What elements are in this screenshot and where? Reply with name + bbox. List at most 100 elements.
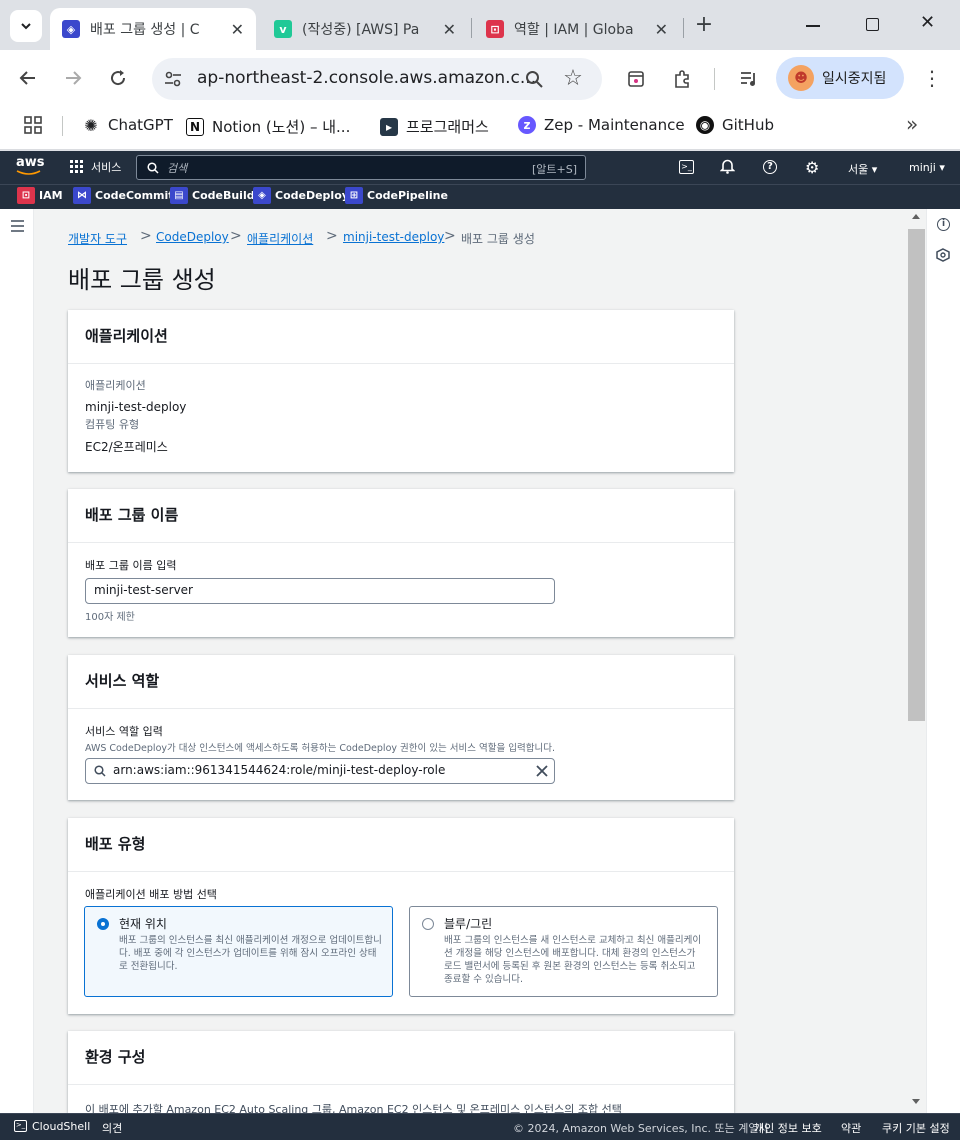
application-label: 애플리케이션 (85, 379, 146, 392)
card-heading: 서비스 역할 (68, 655, 734, 709)
services-grid-icon (70, 160, 83, 173)
forward-arrow-icon[interactable] (57, 62, 89, 94)
favorite-codedeploy[interactable]: ◈ CodeDeploy (253, 187, 349, 204)
tab-create-deployment-group[interactable]: ◈ 배포 그룹 생성 | C ✕ (50, 8, 256, 50)
terms-link[interactable]: 약관 (841, 1120, 861, 1136)
option-description: 배포 그룹의 인스턴스를 새 인스턴스로 교체하고 최신 애플리케이션 개정을 … (444, 935, 702, 985)
favorite-label: CodeBuild (192, 189, 255, 202)
search-icon (147, 162, 159, 174)
window-close-icon[interactable]: ✕ (920, 12, 935, 33)
feedback-link[interactable]: 의견 (102, 1120, 122, 1136)
tab-search-button[interactable] (10, 10, 42, 42)
search-placeholder: 검색 (167, 162, 188, 175)
blue-green-radio[interactable] (422, 918, 434, 930)
clear-icon[interactable] (536, 765, 548, 777)
notion-icon: N (186, 117, 204, 136)
page-title: 배포 그룹 생성 (68, 266, 216, 294)
extensions-puzzle-icon[interactable] (666, 63, 698, 95)
breadcrumb-codedeploy[interactable]: CodeDeploy (156, 230, 229, 244)
scrollbar-thumb[interactable] (908, 229, 925, 721)
hamburger-menu-icon[interactable] (11, 220, 24, 236)
codepipeline-icon: ⊞ (345, 187, 363, 204)
close-tab-icon[interactable]: ✕ (443, 20, 456, 39)
in-place-option[interactable]: 현재 위치 배포 그룹의 인스턴스를 최신 애플리케이션 개정으로 업데이트합니… (84, 906, 393, 997)
cookie-preferences-link[interactable]: 쿠키 기본 설정 (882, 1120, 950, 1136)
cloudshell-icon[interactable]: >_ (679, 160, 694, 174)
in-place-radio[interactable] (97, 918, 109, 930)
scroll-down-arrow-icon[interactable] (912, 1099, 920, 1104)
search-shortcut: [알트+S] (531, 163, 577, 176)
media-playlist-icon[interactable] (733, 63, 765, 95)
favorite-codepipeline[interactable]: ⊞ CodePipeline (345, 187, 448, 204)
favorite-codecommit[interactable]: ⋈ CodeCommit (73, 187, 174, 204)
close-tab-icon[interactable]: ✕ (655, 20, 668, 39)
privacy-link[interactable]: 개인 정보 보호 (754, 1120, 822, 1136)
favorite-codebuild[interactable]: ▤ CodeBuild (170, 187, 255, 204)
new-tab-button[interactable]: + (690, 12, 718, 37)
scroll-up-arrow-icon[interactable] (912, 214, 920, 219)
bookmark-star-icon[interactable]: ☆ (557, 62, 589, 94)
service-role-input[interactable]: arn:aws:iam::961341544624:role/minji-tes… (85, 758, 555, 784)
aws-search-input[interactable]: 검색 [알트+S] (136, 155, 586, 180)
application-card: 애플리케이션 애플리케이션 minji-test-deploy 컴퓨팅 유형 E… (68, 310, 734, 472)
tab-iam-roles[interactable]: ⊡ 역할 | IAM | Globa ✕ (474, 8, 680, 50)
bookmark-label: Notion (노션) – 내... (212, 118, 351, 136)
codedeploy-icon: ◈ (253, 187, 271, 204)
breadcrumb-applications[interactable]: 애플리케이션 (247, 230, 313, 247)
toolbar-divider (714, 68, 715, 90)
close-tab-icon[interactable]: ✕ (231, 20, 244, 39)
browser-menu-icon[interactable]: ⋮ (916, 62, 948, 94)
breadcrumb-developer-tools[interactable]: 개발자 도구 (68, 230, 127, 247)
settings-gear-icon[interactable]: ⚙ (805, 158, 819, 177)
aws-logo[interactable]: aws (16, 156, 45, 178)
apps-grid-icon[interactable] (24, 116, 42, 138)
tab-divider (683, 18, 684, 38)
cloudshell-footer-icon[interactable]: >_ (14, 1120, 27, 1132)
services-menu[interactable]: 서비스 (70, 159, 121, 175)
bookmark-programmers[interactable]: ▸ 프로그래머스 (380, 116, 489, 137)
favorite-iam[interactable]: ⊡ IAM (17, 187, 63, 204)
region-selector[interactable]: 서울 ▾ (848, 161, 877, 177)
back-arrow-icon[interactable] (12, 62, 44, 94)
bookmark-github[interactable]: ◉ GitHub (696, 116, 774, 134)
card-heading: 환경 구성 (68, 1031, 734, 1085)
help-icon[interactable]: ? (763, 160, 777, 174)
favorite-label: IAM (39, 189, 63, 202)
codecommit-icon: ⋈ (73, 187, 91, 204)
info-panel-icon[interactable]: i (937, 218, 950, 231)
compute-platform-value: EC2/온프레미스 (85, 440, 168, 454)
chevron-right-icon: > (140, 228, 152, 244)
site-info-icon[interactable] (162, 68, 184, 90)
copyright: © 2024, Amazon Web Services, Inc. 또는 계열사… (513, 1122, 773, 1135)
user-menu[interactable]: minji ▾ (909, 161, 945, 174)
environment-description: 이 배포에 추가할 Amazon EC2 Auto Scaling 그룹, Am… (85, 1103, 622, 1113)
tab-title: 배포 그룹 생성 | C (90, 22, 200, 38)
cloudshell-link[interactable]: CloudShell (32, 1120, 90, 1133)
tab-title: 역할 | IAM | Globa (514, 22, 634, 38)
service-role-label: 서비스 역할 입력 (85, 725, 163, 738)
option-title: 현재 위치 (119, 917, 167, 931)
bookmark-notion[interactable]: N Notion (노션) – 내... (186, 116, 350, 137)
maximize-icon[interactable] (866, 18, 879, 31)
profile-chip[interactable]: ☻ 일시중지됨 (776, 57, 904, 99)
extension-notebook-icon[interactable] (620, 63, 652, 95)
notifications-bell-icon[interactable] (719, 158, 736, 178)
more-bookmarks-icon[interactable]: » (906, 112, 918, 136)
url-text[interactable]: ap-northeast-2.console.aws.amazon.c... (197, 68, 536, 88)
zoom-icon[interactable] (518, 63, 550, 95)
group-name-label: 배포 그룹 이름 입력 (85, 559, 177, 572)
bookmark-zep[interactable]: z Zep - Maintenance (518, 116, 685, 134)
tutorial-panel-icon[interactable] (936, 248, 950, 266)
favorite-label: CodeCommit (95, 189, 174, 202)
github-icon: ◉ (696, 116, 714, 134)
chevron-down-icon (21, 23, 31, 30)
deployment-method-label: 애플리케이션 배포 방법 선택 (85, 888, 217, 901)
bookmark-chatgpt[interactable]: ✺ ChatGPT (82, 116, 173, 135)
group-name-input[interactable]: minji-test-server (85, 578, 555, 604)
blue-green-option[interactable]: 블루/그린 배포 그룹의 인스턴스를 새 인스턴스로 교체하고 최신 애플리케이… (409, 906, 718, 997)
breadcrumb-app-name[interactable]: minji-test-deploy (343, 230, 444, 244)
minimize-icon[interactable] (806, 25, 820, 27)
tab-velog[interactable]: v (작성중) [AWS] Pa ✕ (262, 8, 468, 50)
chevron-right-icon: > (444, 228, 456, 244)
reload-icon[interactable] (102, 62, 134, 94)
